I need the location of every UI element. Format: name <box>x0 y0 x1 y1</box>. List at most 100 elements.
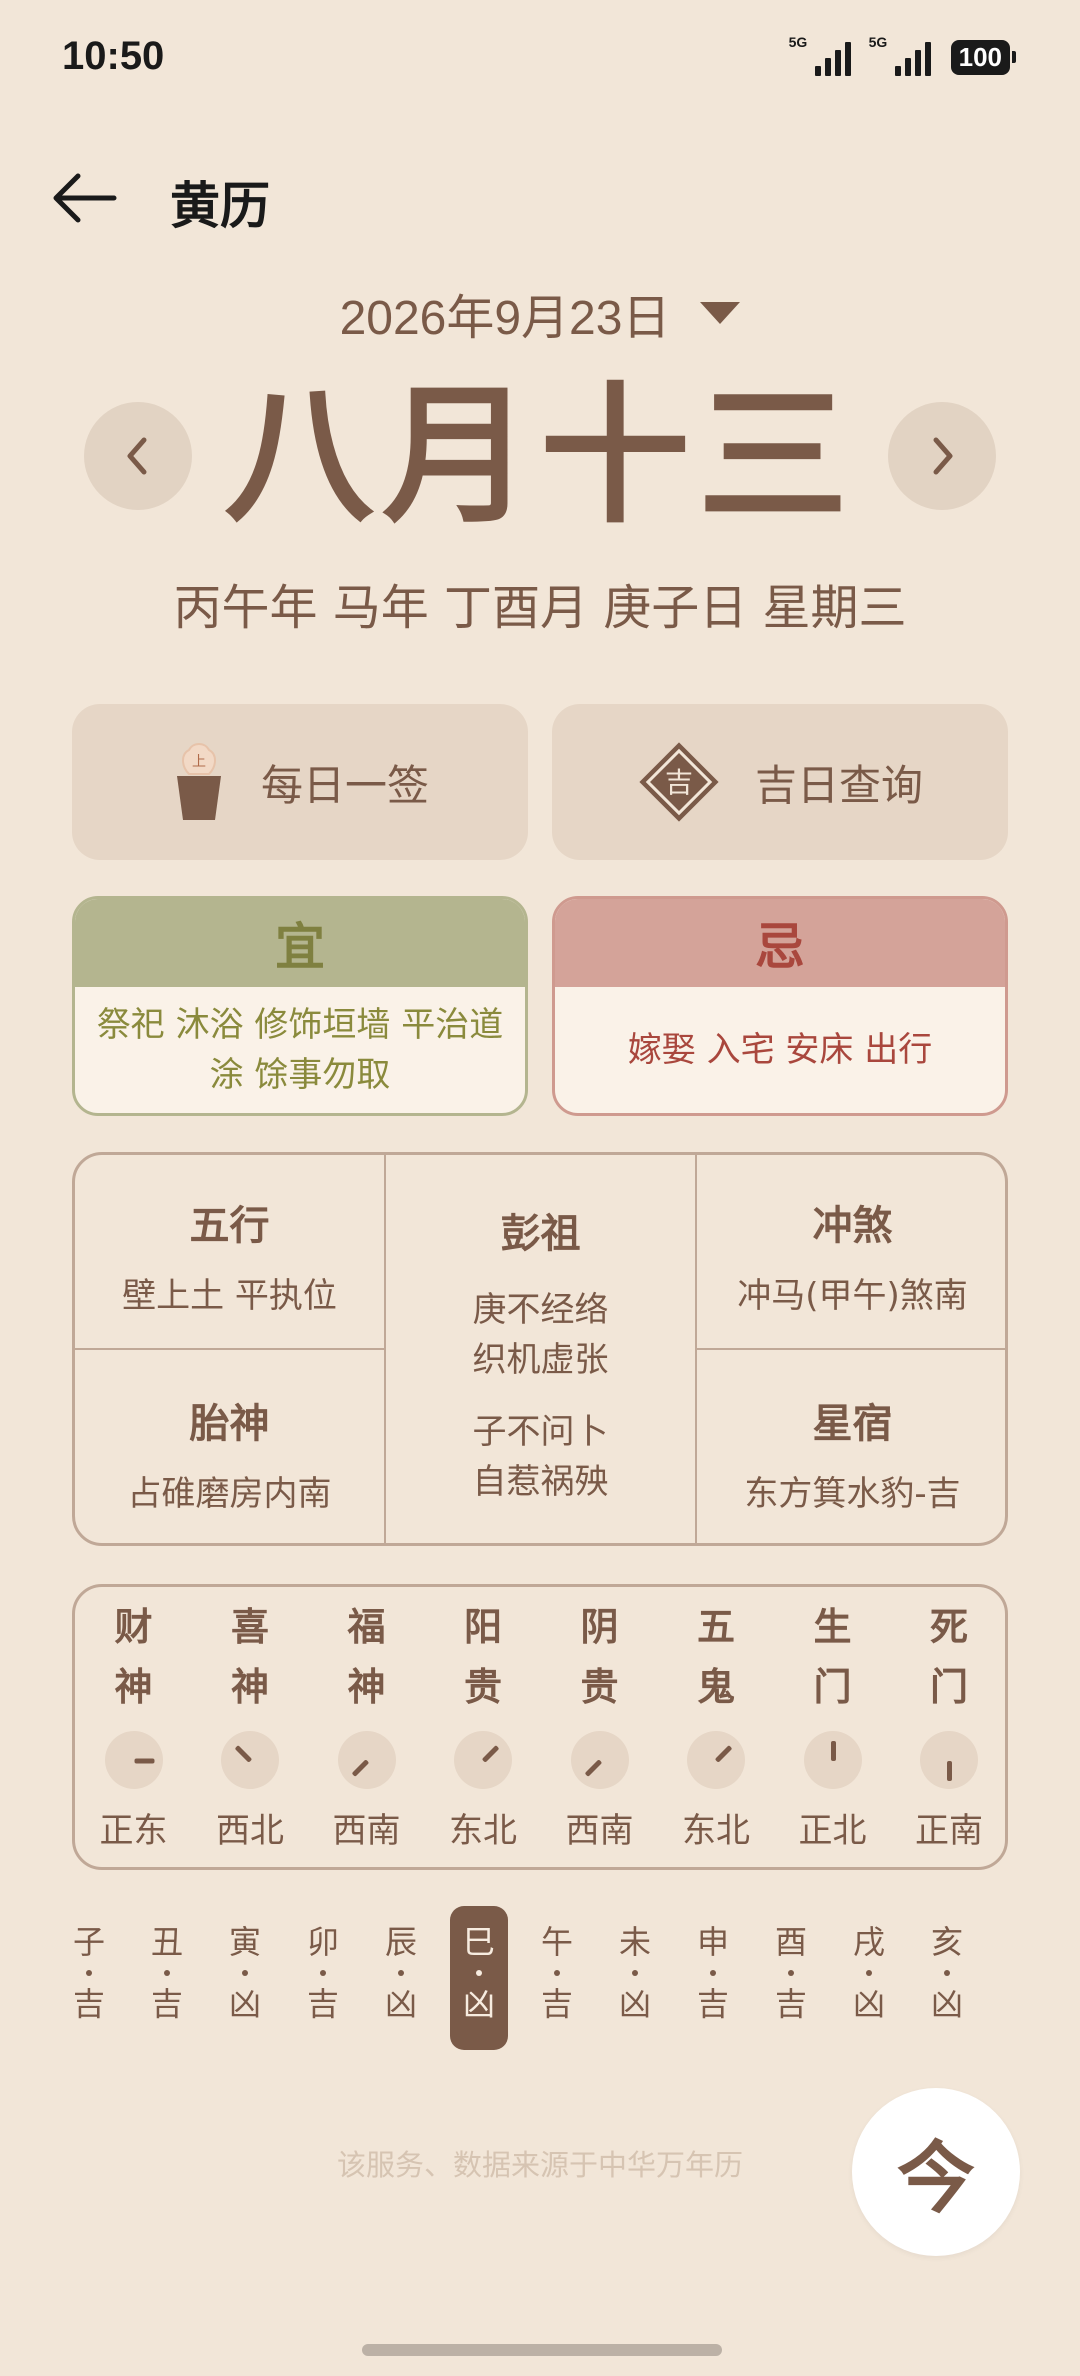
direction-value: 西南 <box>332 1811 401 1851</box>
hour-branch: 寅 <box>228 1923 261 1961</box>
home-indicator[interactable] <box>362 2344 722 2356</box>
daily-lot-button[interactable]: 上 每日一签 <box>72 704 528 860</box>
direction-item: 死门正南 <box>891 1587 1008 1852</box>
compass-dial-icon <box>687 1731 745 1789</box>
direction-name: 阴 <box>580 1605 619 1649</box>
hour-item[interactable]: 亥凶 <box>918 1906 976 2050</box>
hour-branch: 午 <box>540 1923 573 1961</box>
direction-item: 生门正北 <box>774 1587 891 1852</box>
today-button[interactable]: 今 <box>852 2088 1020 2256</box>
hour-item[interactable]: 未凶 <box>606 1906 664 2050</box>
compass-dial-icon <box>454 1731 512 1789</box>
direction-item: 喜神西北 <box>192 1587 309 1852</box>
taishen-title: 胎神 <box>189 1401 270 1447</box>
chongsha-cell: 冲煞 冲马(甲午)煞南 <box>697 1193 1008 1321</box>
hour-branch: 亥 <box>930 1923 963 1961</box>
info-grid: 五行 壁上土 平执位 胎神 占碓磨房内南 彭祖 庚不经络 织机虚张 子不问卜 自… <box>72 1152 1008 1546</box>
lucky-day-label: 吉日查询 <box>754 760 923 810</box>
direction-name: 神 <box>347 1665 386 1709</box>
signal-icon: 5G <box>869 34 931 76</box>
signal-icon: 5G <box>789 34 851 76</box>
direction-value: 西南 <box>565 1811 634 1851</box>
wuxing-value: 壁上土 平执位 <box>122 1276 337 1316</box>
hour-item[interactable]: 辰凶 <box>372 1906 430 2050</box>
hour-luck: 凶 <box>462 1985 495 2023</box>
hour-item[interactable]: 寅凶 <box>216 1906 274 2050</box>
hour-luck: 凶 <box>228 1985 261 2023</box>
dot-icon <box>398 1970 404 1976</box>
lucky-diamond-icon: 吉 <box>639 742 719 822</box>
back-button[interactable] <box>48 168 120 228</box>
direction-item: 福神西南 <box>308 1587 425 1852</box>
hour-item[interactable]: 子吉 <box>60 1906 118 2050</box>
compass-dial-icon <box>920 1731 978 1789</box>
pengzu-title: 彭祖 <box>500 1211 581 1257</box>
dot-icon <box>944 1970 950 1976</box>
hour-item[interactable]: 丑吉 <box>138 1906 196 2050</box>
status-time: 10:50 <box>62 34 165 78</box>
pengzu-line1: 庚不经络 <box>472 1290 609 1330</box>
hour-item[interactable]: 戌凶 <box>840 1906 898 2050</box>
hour-branch: 丑 <box>150 1923 183 1961</box>
compass-dial-icon <box>104 1731 163 1789</box>
chongsha-title: 冲煞 <box>812 1203 893 1249</box>
dot-icon <box>788 1970 794 1976</box>
hour-item[interactable]: 巳凶 <box>450 1906 508 2050</box>
hour-branch: 酉 <box>774 1923 807 1961</box>
yi-card: 宜 祭祀 沐浴 修饰垣墙 平治道涂 馀事勿取 <box>72 896 528 1116</box>
hour-branch: 卯 <box>306 1923 339 1961</box>
hour-branch: 辰 <box>384 1923 417 1961</box>
hour-item[interactable]: 午吉 <box>528 1906 586 2050</box>
dot-icon <box>242 1970 248 1976</box>
hour-branch: 申 <box>696 1923 729 1961</box>
pengzu-line4: 自惹祸殃 <box>472 1462 609 1502</box>
hour-branch: 未 <box>618 1923 651 1961</box>
direction-value: 正南 <box>915 1811 983 1851</box>
daily-lot-label: 每日一签 <box>260 760 429 810</box>
date-text: 2026年9月23日 <box>339 292 671 345</box>
hour-item[interactable]: 酉吉 <box>762 1906 820 2050</box>
back-arrow-icon <box>53 173 117 223</box>
direction-name: 神 <box>230 1665 269 1709</box>
lucky-day-button[interactable]: 吉 吉日查询 <box>552 704 1008 860</box>
direction-name: 阳 <box>463 1605 502 1649</box>
hour-luck: 吉 <box>150 1985 183 2023</box>
ji-card: 忌 嫁娶 入宅 安床 出行 <box>552 896 1008 1116</box>
direction-name: 福 <box>347 1605 386 1649</box>
xingxiu-value: 东方箕水豹-吉 <box>744 1474 961 1514</box>
hour-branch: 戌 <box>852 1923 885 1961</box>
direction-value: 正东 <box>99 1811 168 1851</box>
dot-icon <box>320 1970 326 1976</box>
compass-dial-icon <box>570 1731 629 1789</box>
dot-icon <box>86 1970 92 1976</box>
date-picker[interactable]: 2026年9月23日 <box>0 278 1080 348</box>
battery-icon: 100 <box>950 39 1017 75</box>
direction-item: 阴贵西南 <box>541 1587 658 1852</box>
pengzu-line3: 子不问卜 <box>472 1412 609 1452</box>
direction-name: 五 <box>696 1605 735 1649</box>
hour-luck: 凶 <box>384 1985 417 2023</box>
hour-branch: 子 <box>72 1923 105 1961</box>
xingxiu-cell: 星宿 东方箕水豹-吉 <box>697 1391 1008 1519</box>
hour-item[interactable]: 卯吉 <box>294 1906 352 2050</box>
hours-row: 子吉丑吉寅凶卯吉辰凶巳凶午吉未凶申吉酉吉戌凶亥凶 <box>60 1906 1020 2050</box>
direction-value: 西北 <box>216 1811 284 1851</box>
dot-icon <box>632 1970 638 1976</box>
directions-grid: 财神正东喜神西北福神西南阳贵东北阴贵西南五鬼东北生门正北死门正南 <box>72 1584 1008 1870</box>
hour-item[interactable]: 申吉 <box>684 1906 742 2050</box>
direction-name: 门 <box>813 1665 852 1709</box>
pengzu-line2: 织机虚张 <box>472 1340 609 1380</box>
ji-title: 忌 <box>555 899 1005 987</box>
direction-name: 喜 <box>230 1605 269 1649</box>
hour-luck: 吉 <box>774 1985 807 2023</box>
hour-luck: 凶 <box>852 1985 885 2023</box>
wuxing-cell: 五行 壁上土 平执位 <box>75 1193 384 1321</box>
direction-name: 死 <box>929 1605 968 1649</box>
compass-dial-icon <box>337 1731 396 1789</box>
direction-item: 财神正东 <box>75 1587 192 1852</box>
wuxing-title: 五行 <box>189 1203 270 1249</box>
direction-name: 贵 <box>580 1665 619 1709</box>
direction-value: 东北 <box>682 1811 750 1851</box>
hour-branch: 巳 <box>462 1923 495 1961</box>
direction-item: 阳贵东北 <box>425 1587 542 1852</box>
